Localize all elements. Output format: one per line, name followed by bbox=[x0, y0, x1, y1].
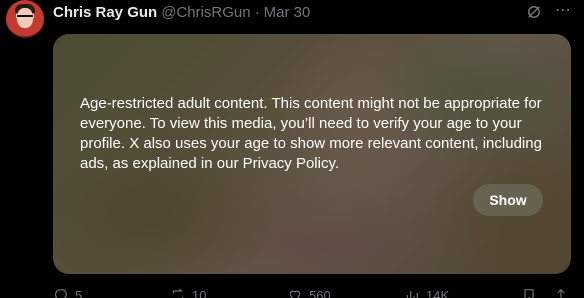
repost-icon bbox=[172, 288, 184, 298]
media-container[interactable]: Age-restricted adult content. This conte… bbox=[53, 34, 571, 274]
more-icon[interactable]: ⋯ bbox=[555, 3, 573, 21]
repost-action[interactable]: 10 bbox=[170, 287, 206, 298]
show-media-button[interactable]: Show bbox=[473, 184, 543, 216]
avatar-glasses bbox=[17, 15, 33, 21]
author-handle[interactable]: @ChrisRGun bbox=[161, 4, 250, 21]
heart-icon bbox=[289, 290, 301, 298]
views-action[interactable]: 14K bbox=[404, 287, 449, 298]
bookmark-icon bbox=[524, 289, 534, 298]
reply-action[interactable]: 5 bbox=[53, 287, 82, 298]
author-name[interactable]: Chris Ray Gun bbox=[53, 4, 157, 21]
header-separator: · bbox=[254, 3, 260, 21]
bookmark-action[interactable] bbox=[521, 287, 537, 298]
share-action[interactable] bbox=[553, 287, 569, 298]
age-restriction-notice: Age-restricted adult content. This conte… bbox=[80, 95, 542, 172]
post-date[interactable]: Mar 30 bbox=[264, 4, 311, 21]
views-count: 14K bbox=[426, 287, 450, 298]
grok-icon[interactable] bbox=[525, 3, 543, 21]
post-header: Chris Ray Gun @ChrisRGun · Mar 30 bbox=[53, 3, 310, 21]
share-icon bbox=[557, 288, 565, 298]
reply-icon bbox=[55, 289, 67, 298]
action-bar: 5 10 560 14K bbox=[53, 287, 573, 298]
views-icon bbox=[406, 291, 418, 298]
avatar[interactable] bbox=[6, 0, 44, 38]
repost-count: 10 bbox=[192, 287, 207, 298]
reply-count: 5 bbox=[75, 287, 83, 298]
like-count: 560 bbox=[309, 287, 331, 298]
post: Chris Ray Gun @ChrisRGun · Mar 30 ⋯ Age-… bbox=[0, 0, 584, 298]
like-action[interactable]: 560 bbox=[287, 287, 331, 298]
